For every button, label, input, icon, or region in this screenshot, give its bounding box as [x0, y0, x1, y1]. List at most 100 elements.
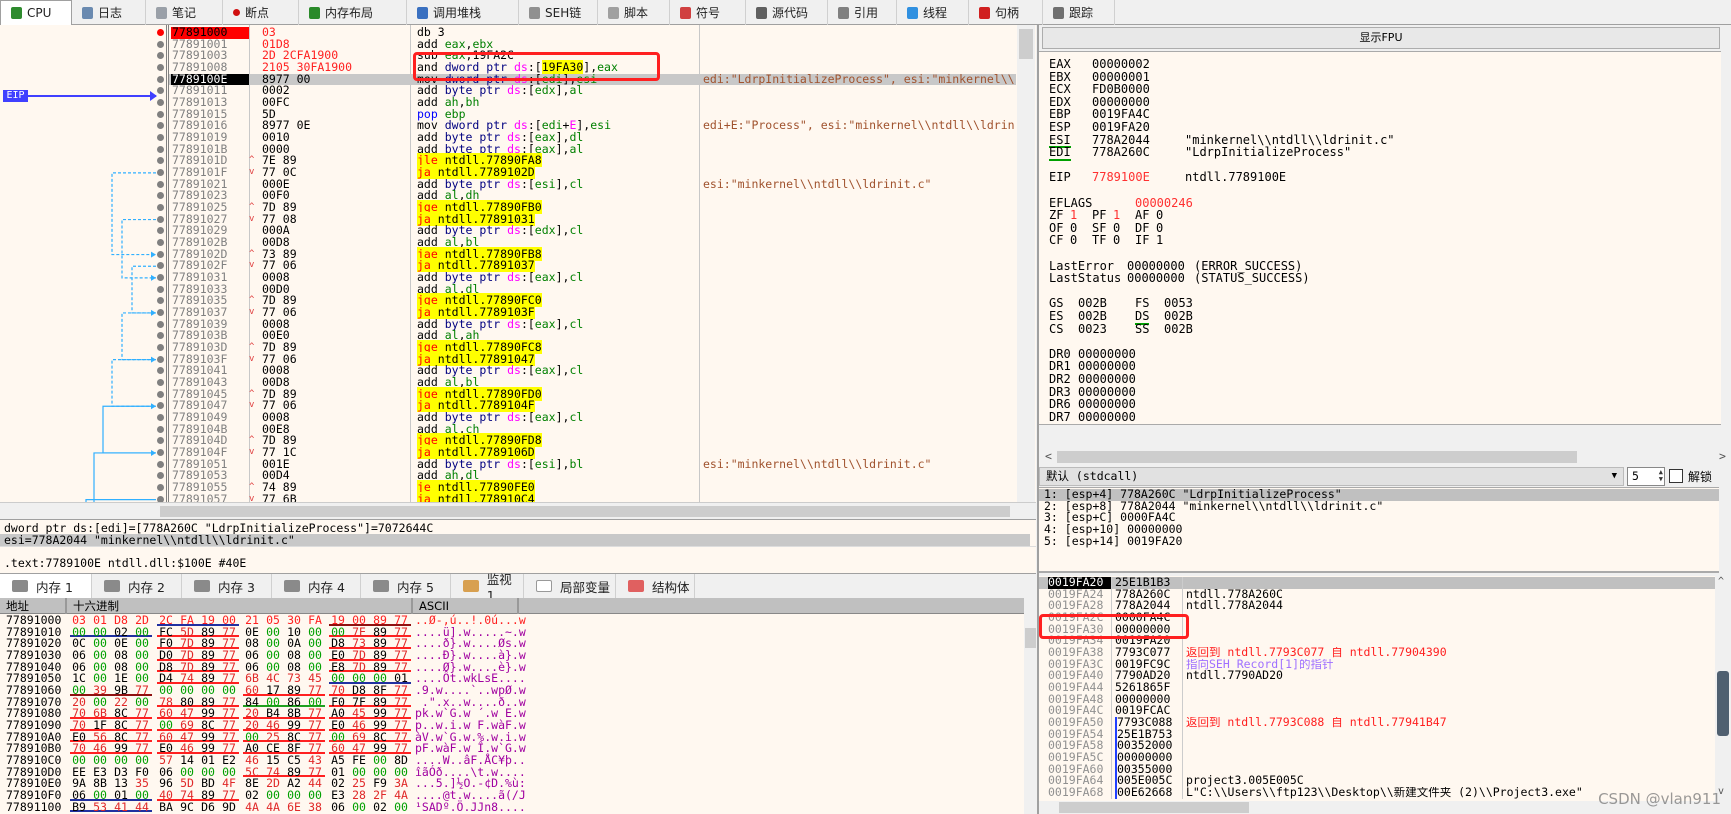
stack-panel[interactable]: 0019FA20 25E1B1B3 0019FA24 778A260C ntdll.77…	[1039, 576, 1715, 814]
register-edi[interactable]: EDI 778A260C "LdrpInitializeProcess"	[1039, 146, 1719, 161]
breakpoint-toggle-icon[interactable]	[157, 110, 164, 118]
register-value[interactable]: 7789100E	[1092, 171, 1150, 184]
memory-byte[interactable]: 53	[91, 801, 109, 814]
segment-value[interactable]: 002B	[1078, 310, 1107, 323]
memory-byte[interactable]: 38	[306, 801, 324, 814]
registers-scrollbar[interactable]	[1721, 51, 1731, 425]
memory-row[interactable]: 77891100 B9 53 41 44 BA 9C D6 9D 4A 4A 6E 38 06 00 02 00…	[0, 801, 1024, 814]
memory-byte[interactable]: 06	[329, 801, 347, 814]
breakpoint-toggle-icon[interactable]	[157, 390, 164, 398]
flag-value[interactable]: 1	[1113, 209, 1120, 222]
breakpoint-toggle-icon[interactable]	[157, 227, 164, 235]
debug-register[interactable]: DR7 00000000	[1039, 411, 1719, 424]
breakpoint-toggle-icon[interactable]	[157, 64, 164, 71]
breakpoint-toggle-icon[interactable]	[157, 402, 164, 410]
memory-tab[interactable]: 局部变量	[524, 574, 616, 598]
disassembly-row[interactable]: 77891039 0008 add byte ptr ds:[eax],cl	[0, 318, 1016, 331]
debug-register-value[interactable]: 00000000	[1078, 373, 1136, 386]
last-value[interactable]: 00000000	[1127, 272, 1185, 285]
breakpoint-toggle-icon[interactable]	[157, 87, 164, 95]
flags-row[interactable]: CF 0 TF 0 IF 1	[1039, 234, 1719, 247]
calling-convention-select[interactable]: 默认 (stdcall) ▼	[1039, 467, 1624, 486]
breakpoint-toggle-icon[interactable]	[157, 460, 164, 468]
breakpoint-toggle-icon[interactable]	[157, 484, 164, 492]
unlock-checkbox[interactable]	[1669, 469, 1683, 483]
breakpoint-toggle-icon[interactable]	[157, 472, 164, 480]
breakpoint-toggle-icon[interactable]	[157, 180, 164, 188]
tab-call-stack[interactable]: 调用堆栈	[407, 0, 519, 25]
argument-count-spinner[interactable]: 5 ▲ ▼	[1627, 467, 1665, 486]
breakpoint-toggle-icon[interactable]	[157, 344, 164, 352]
breakpoint-toggle-icon[interactable]	[157, 332, 164, 340]
memory-tab[interactable]: 监视 1	[451, 572, 524, 603]
disassembly-row[interactable]: 77891031 0008 add byte ptr ds:[eax],cl	[0, 271, 1016, 284]
segment-value[interactable]: 002B	[1164, 310, 1193, 323]
disassembly-vertical-scrollbar[interactable]	[1017, 25, 1035, 502]
breakpoint-toggle-icon[interactable]	[157, 122, 164, 130]
breakpoint-toggle-icon[interactable]	[157, 367, 164, 375]
tab-handles[interactable]: 句柄	[969, 0, 1043, 25]
memory-tab[interactable]: 内存 2	[92, 574, 182, 598]
memory-byte[interactable]: 41	[112, 801, 130, 814]
breakpoint-toggle-icon[interactable]	[157, 134, 164, 142]
disassembly-row[interactable]: 77891029 000A add byte ptr ds:[edx],cl	[0, 225, 1016, 237]
memory-tab[interactable]: 内存 5	[361, 574, 451, 598]
memory-dump[interactable]: 77891000 03 01 D8 2D 2C FA 19 00 21 05 30 FA 19 00 89 77…	[0, 614, 1024, 814]
memory-tab[interactable]: 内存 1	[0, 574, 92, 598]
tab-cpu[interactable]: CPU	[0, 0, 72, 25]
scroll-left-icon[interactable]: <	[1045, 449, 1052, 463]
breakpoint-toggle-icon[interactable]	[157, 40, 164, 48]
breakpoint-toggle-icon[interactable]	[157, 309, 164, 317]
disassembly-row[interactable]: 77891051 001E add byte ptr ds:[esi],bl esi:…	[0, 458, 1016, 471]
memory-byte[interactable]: 4A	[264, 801, 282, 814]
breakpoint-toggle-icon[interactable]	[157, 52, 164, 60]
register-eip[interactable]: EIP 7789100E ntdll.7789100E	[1039, 171, 1719, 184]
breakpoint-toggle-icon[interactable]	[157, 215, 164, 223]
memory-byte[interactable]: 6E	[285, 801, 303, 814]
show-fpu-button[interactable]: 显示FPU	[1042, 27, 1720, 49]
memory-byte[interactable]: 4A	[243, 801, 261, 814]
debug-register[interactable]: DR2 00000000	[1039, 373, 1719, 386]
breakpoint-toggle-icon[interactable]	[157, 99, 164, 107]
flag-value[interactable]: 0	[1156, 209, 1163, 222]
breakpoint-toggle-icon[interactable]	[157, 355, 164, 363]
spinner-arrows-icon[interactable]: ▲ ▼	[1659, 469, 1663, 483]
breakpoint-toggle-icon[interactable]	[157, 204, 164, 212]
memory-byte[interactable]: B9	[70, 801, 88, 814]
memory-byte[interactable]: 9D	[220, 801, 238, 814]
arguments-panel[interactable]: 1: [esp+4] 778A260C "LdrpInitializeProce…	[1039, 487, 1719, 573]
breakpoint-toggle-icon[interactable]	[157, 145, 164, 153]
stack-scroll-thumb[interactable]	[1717, 671, 1729, 736]
tab-breakpoint[interactable]: 断点	[223, 0, 299, 25]
flag-value[interactable]: 0	[1070, 234, 1077, 247]
tab-script[interactable]: 脚本	[598, 0, 670, 25]
breakpoint-toggle-icon[interactable]	[157, 239, 164, 247]
segment-value[interactable]: 0023	[1078, 322, 1107, 336]
memory-byte[interactable]: 02	[371, 801, 389, 814]
register-value[interactable]: FD0B0000	[1092, 83, 1150, 96]
memory-vertical-scrollbar[interactable]	[1024, 598, 1037, 814]
register-ecx[interactable]: ECX FD0B0000	[1039, 83, 1719, 96]
memory-tab[interactable]: 内存 3	[182, 574, 272, 598]
tab-notes[interactable]: 笔记	[146, 0, 223, 25]
last-error-row[interactable]: LastStatus 00000000 (STATUS_SUCCESS)	[1039, 272, 1719, 285]
memory-byte[interactable]: 9C	[178, 801, 196, 814]
breakpoint-toggle-icon[interactable]	[157, 449, 164, 457]
memory-byte[interactable]: 00	[350, 801, 368, 814]
tab-seh-chain[interactable]: SEH链	[519, 0, 598, 25]
breakpoint-toggle-icon[interactable]	[157, 250, 164, 258]
breakpoint-toggle-icon[interactable]	[157, 425, 164, 433]
tab-source[interactable]: 源代码	[746, 0, 828, 25]
debug-register[interactable]: DR3 00000000	[1039, 385, 1719, 399]
breakpoint-toggle-icon[interactable]	[157, 157, 164, 165]
breakpoint-toggle-icon[interactable]	[157, 192, 164, 200]
column-header-hex[interactable]: 十六进制	[67, 598, 413, 614]
column-header-address[interactable]: 地址	[0, 598, 67, 614]
segment-row[interactable]: ES 002B DS 002B	[1039, 310, 1719, 325]
memory-byte[interactable]: 44	[133, 801, 151, 814]
column-header-ascii[interactable]: ASCII	[413, 598, 519, 614]
debug-register[interactable]: DR1 00000000	[1039, 360, 1719, 373]
register-eax[interactable]: EAX 00000002	[1039, 58, 1719, 71]
scroll-right-icon[interactable]: >	[1719, 449, 1726, 463]
memory-byte[interactable]: BA	[157, 801, 175, 814]
